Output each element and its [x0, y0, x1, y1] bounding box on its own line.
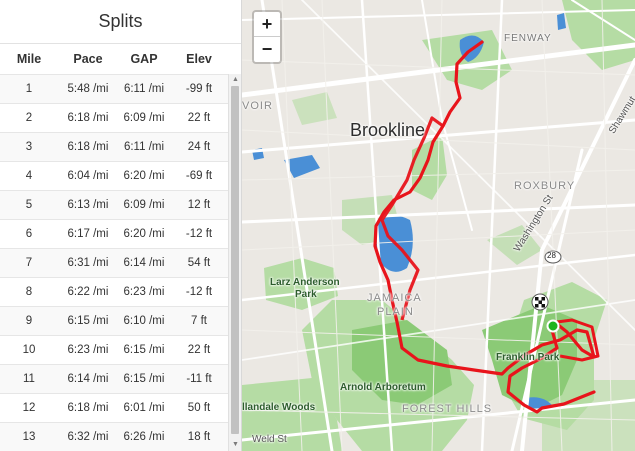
split-gap: 6:14 /mi	[123, 257, 165, 269]
split-row: 11 6:14 /mi 6:15 /mi -11 ft	[0, 364, 228, 393]
split-elev: 7 ft	[191, 315, 207, 327]
map-label-arnold-arboretum: Arnold Arboretum	[340, 382, 426, 393]
split-elev: 18 ft	[187, 431, 211, 443]
split-mile: 5	[25, 199, 33, 211]
split-pace: 6:22 /mi	[67, 286, 109, 298]
split-gap: 6:15 /mi	[123, 373, 165, 385]
split-pace: 6:18 /mi	[67, 141, 109, 153]
split-elev: 22 ft	[187, 112, 211, 124]
split-row: 2 6:18 /mi 6:09 /mi 22 ft	[0, 103, 228, 132]
splits-panel: Splits Mile Pace GAP Elev 1 5:48 /mi 6:11 …	[0, 0, 242, 451]
splits-header-row: Mile Pace GAP Elev	[0, 44, 228, 74]
split-pace: 6:04 /mi	[67, 170, 109, 182]
split-mile: 6	[25, 228, 33, 240]
split-elev: -12 ft	[185, 228, 213, 240]
split-elev: -99 ft	[185, 83, 213, 95]
split-mile: 7	[25, 257, 33, 269]
split-gap: 6:11 /mi	[123, 83, 165, 95]
splits-table-body[interactable]: 1 5:48 /mi 6:11 /mi -99 ft 2 6:18 /mi 6:09 /mi…	[0, 74, 228, 451]
split-mile: 1	[25, 83, 33, 95]
split-row: 9 6:15 /mi 6:10 /mi 7 ft	[0, 306, 228, 335]
split-elev: 54 ft	[187, 257, 211, 269]
split-mile: 13	[22, 431, 36, 443]
splits-title: Splits	[0, 0, 241, 44]
split-pace: 6:23 /mi	[67, 344, 109, 356]
split-gap: 6:20 /mi	[123, 170, 165, 182]
split-row: 12 6:18 /mi 6:01 /mi 50 ft	[0, 393, 228, 422]
split-mile: 3	[25, 141, 33, 153]
map-label-larz-anderson: Larz Anderson	[270, 277, 340, 288]
zoom-control: + −	[252, 10, 282, 64]
split-gap: 6:10 /mi	[123, 315, 165, 327]
split-pace: 6:14 /mi	[67, 373, 109, 385]
zoom-out-button[interactable]: −	[254, 37, 280, 62]
zoom-in-button[interactable]: +	[254, 12, 280, 37]
split-gap: 6:23 /mi	[123, 286, 165, 298]
split-mile: 4	[25, 170, 33, 182]
start-marker-icon	[546, 319, 560, 333]
map-label-allandale-woods: llandale Woods	[242, 402, 316, 413]
split-gap: 6:01 /mi	[123, 402, 165, 414]
split-elev: -11 ft	[186, 373, 212, 385]
split-pace: 6:13 /mi	[67, 199, 109, 211]
checkered-flag-icon	[531, 293, 549, 311]
split-elev: -69 ft	[185, 170, 213, 182]
splits-scrollbar[interactable]: ▲ ▼	[228, 74, 241, 451]
scrollbar-thumb[interactable]	[231, 86, 239, 434]
split-row: 3 6:18 /mi 6:11 /mi 24 ft	[0, 132, 228, 161]
split-mile: 10	[22, 344, 36, 356]
column-header-pace: Pace	[73, 52, 103, 66]
split-pace: 6:17 /mi	[67, 228, 109, 240]
scroll-down-arrow-icon[interactable]: ▼	[229, 440, 241, 450]
split-pace: 6:15 /mi	[67, 315, 109, 327]
map-label-franklin-park: Franklin Park	[496, 352, 560, 363]
split-pace: 6:31 /mi	[67, 257, 109, 269]
split-row: 7 6:31 /mi 6:14 /mi 54 ft	[0, 248, 228, 277]
split-elev: 50 ft	[187, 402, 211, 414]
route-28-label: 28	[547, 251, 556, 260]
split-row: 10 6:23 /mi 6:15 /mi 22 ft	[0, 335, 228, 364]
map-label-voir: VOIR	[242, 100, 273, 112]
split-pace: 6:32 /mi	[67, 431, 109, 443]
split-mile: 11	[23, 373, 35, 385]
column-header-gap: GAP	[130, 52, 158, 66]
map-label-forest-hills: FOREST HILLS	[402, 403, 493, 415]
split-gap: 6:20 /mi	[123, 228, 165, 240]
split-row: 13 6:32 /mi 6:26 /mi 18 ft	[0, 422, 228, 451]
split-mile: 12	[22, 402, 36, 414]
split-row: 8 6:22 /mi 6:23 /mi -12 ft	[0, 277, 228, 306]
split-elev: 24 ft	[187, 141, 211, 153]
split-elev: 12 ft	[187, 199, 211, 211]
split-pace: 5:48 /mi	[67, 83, 109, 95]
split-mile: 2	[25, 112, 33, 124]
split-pace: 6:18 /mi	[67, 112, 109, 124]
map-canvas	[242, 0, 635, 451]
split-row: 5 6:13 /mi 6:09 /mi 12 ft	[0, 190, 228, 219]
split-row: 1 5:48 /mi 6:11 /mi -99 ft	[0, 74, 228, 103]
map-label-jamaica: JAMAICA	[367, 292, 422, 304]
scroll-up-arrow-icon[interactable]: ▲	[229, 75, 241, 85]
split-pace: 6:18 /mi	[67, 402, 109, 414]
map-label-weld-st: Weld St	[252, 434, 287, 445]
split-row: 6 6:17 /mi 6:20 /mi -12 ft	[0, 219, 228, 248]
split-gap: 6:15 /mi	[123, 344, 165, 356]
split-gap: 6:26 /mi	[123, 431, 165, 443]
split-gap: 6:09 /mi	[123, 112, 165, 124]
column-header-mile: Mile	[16, 52, 42, 66]
map-label-fenway: FENWAY	[504, 33, 552, 44]
split-gap: 6:09 /mi	[123, 199, 165, 211]
column-header-elev: Elev	[186, 52, 212, 66]
split-elev: 22 ft	[187, 344, 211, 356]
split-row: 4 6:04 /mi 6:20 /mi -69 ft	[0, 161, 228, 190]
map-label-plain: PLAIN	[377, 306, 414, 318]
split-mile: 8	[25, 286, 33, 298]
route-map[interactable]: + − Brookline FENWAY ROXBURY JAMAICA PLA…	[242, 0, 635, 451]
olmsted-park-area	[412, 135, 447, 200]
map-label-larz-park: Park	[295, 289, 317, 300]
split-gap: 6:11 /mi	[123, 141, 165, 153]
map-label-brookline: Brookline	[350, 120, 426, 140]
split-elev: -12 ft	[185, 286, 213, 298]
map-label-roxbury: ROXBURY	[514, 180, 576, 192]
split-mile: 9	[25, 315, 33, 327]
